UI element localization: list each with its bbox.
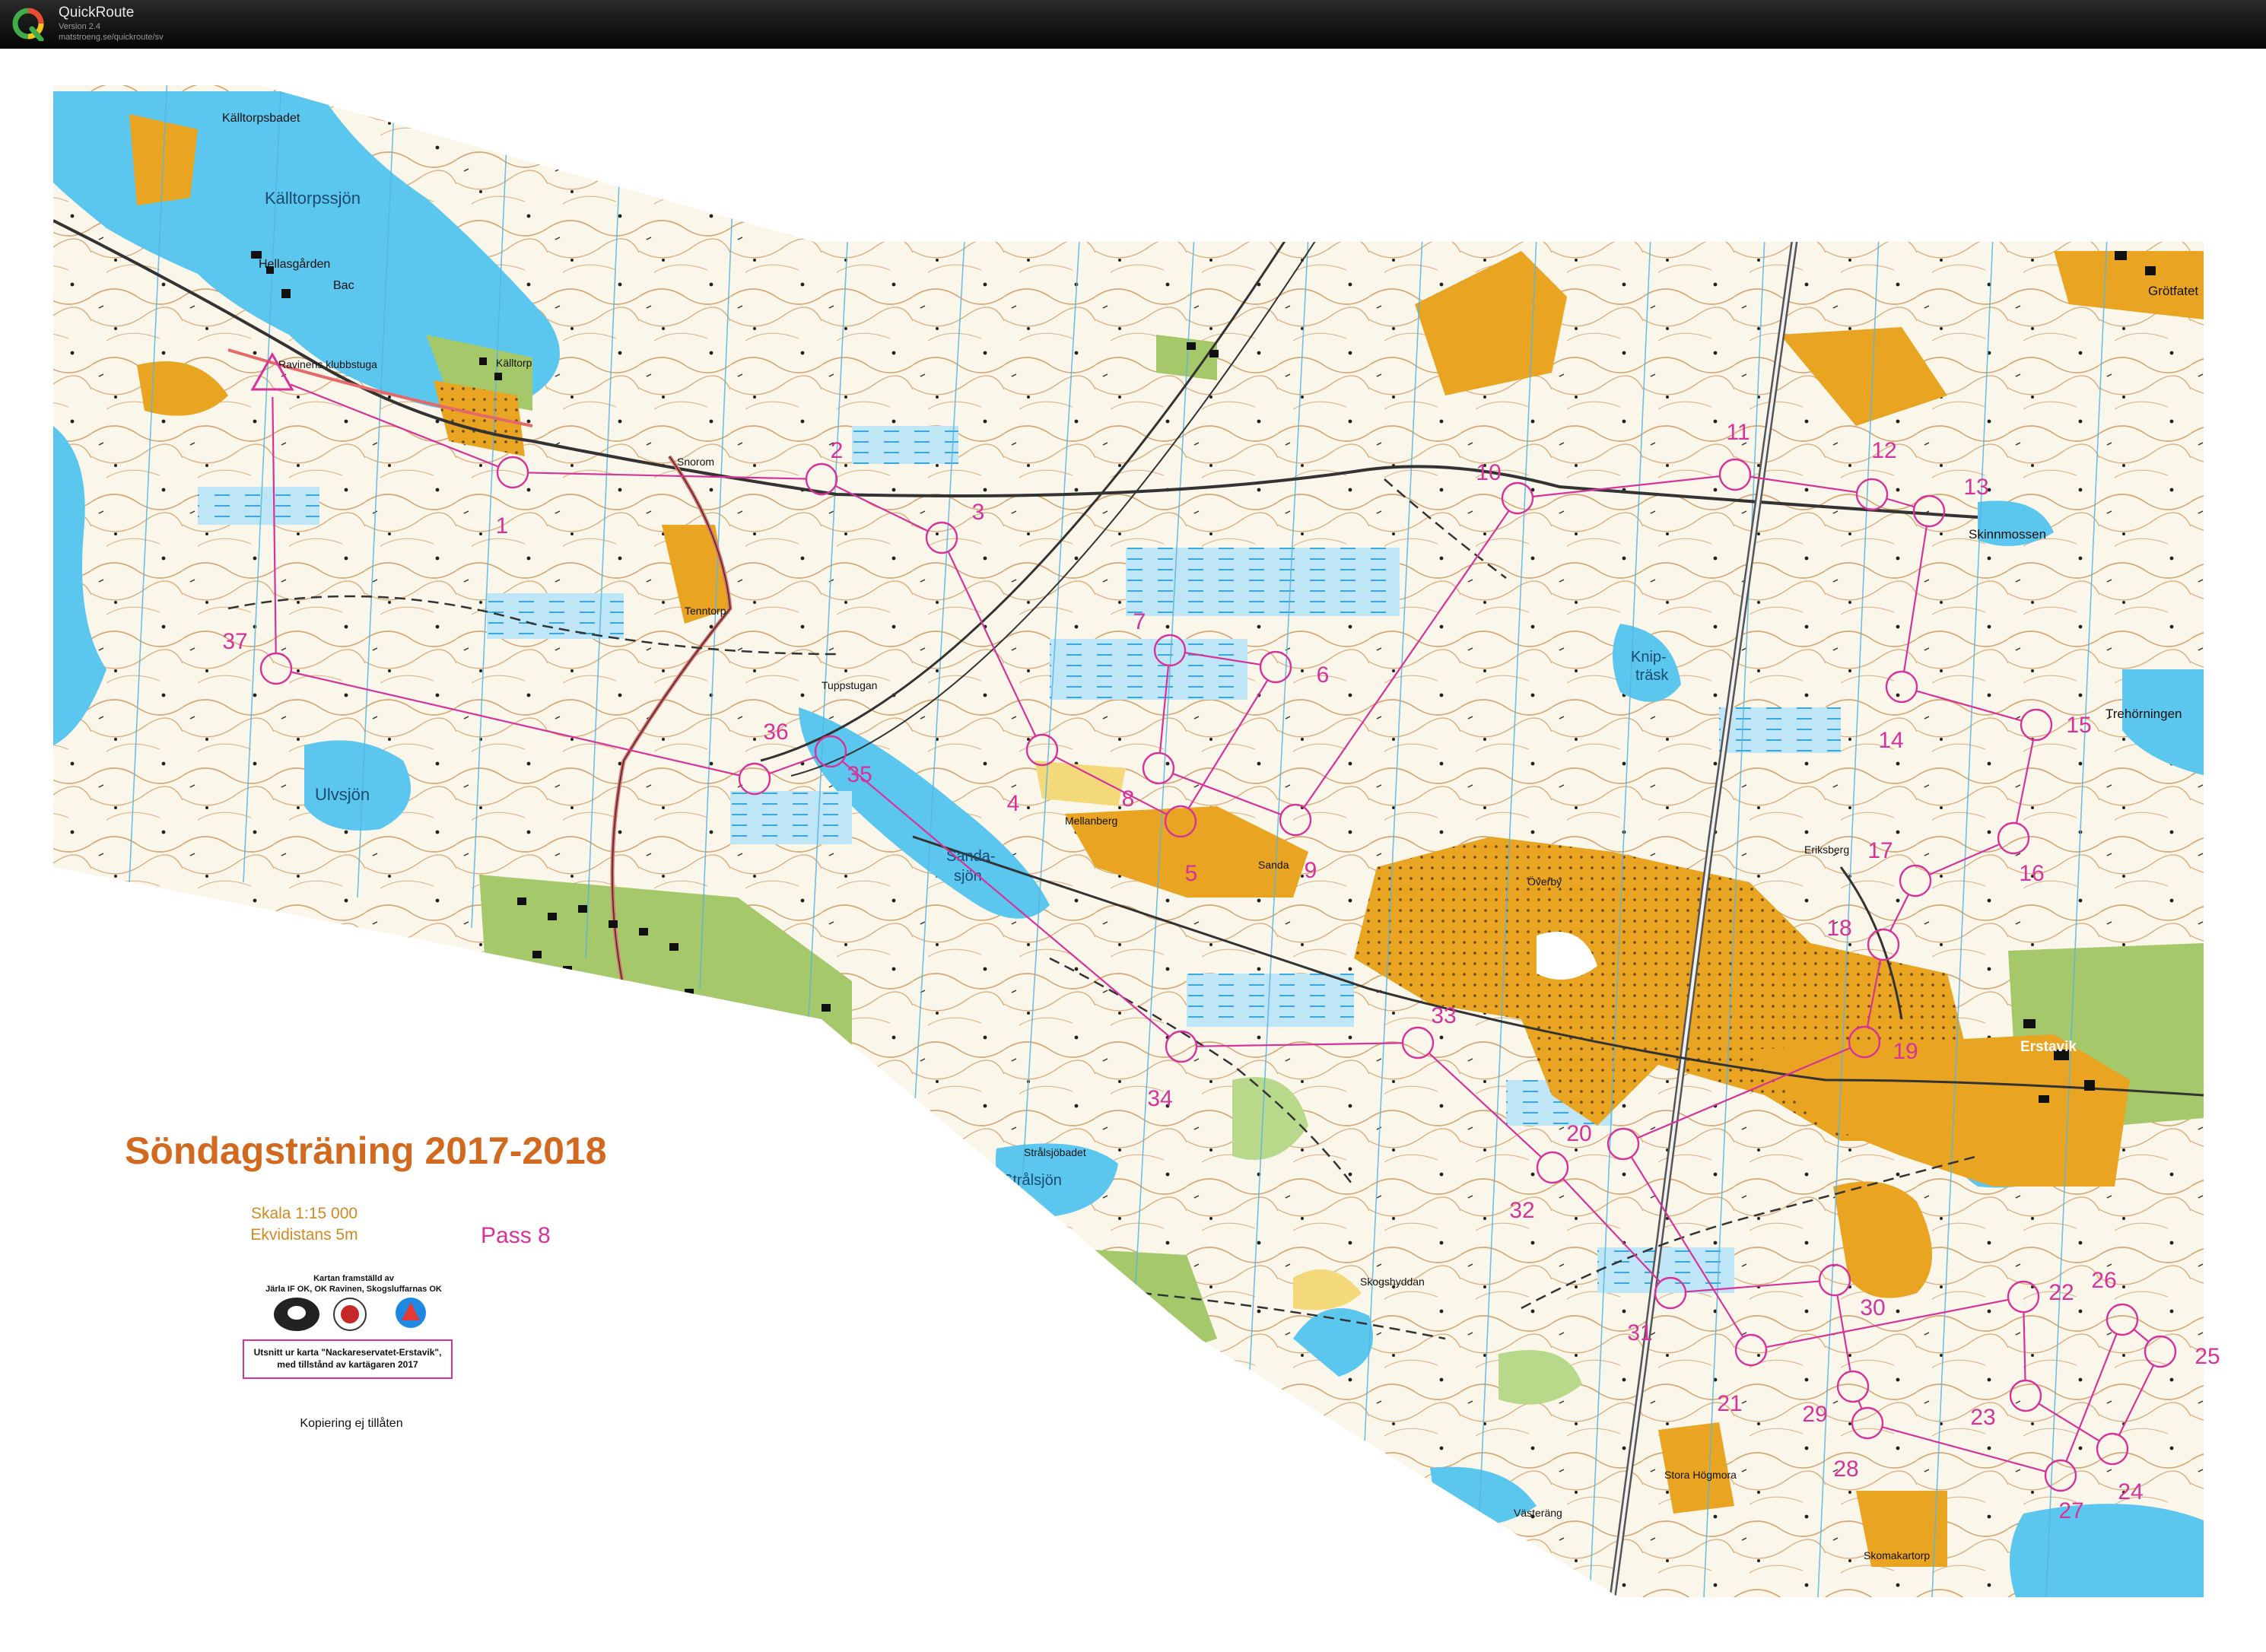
control-number-17: 17 — [1867, 838, 1893, 863]
excerpt-line-2: med tillstånd av kartägaren 2017 — [277, 1359, 418, 1370]
label-stora-hogmora: Stora Högmora — [1664, 1469, 1737, 1481]
control-number-24: 24 — [2118, 1479, 2143, 1504]
control-number-26: 26 — [2091, 1268, 2116, 1293]
credits-clubs: Järla IF OK, OK Ravinen, Skogsluffarnas … — [265, 1285, 442, 1294]
label-kalltorp: Källtorp — [496, 357, 532, 369]
control-number-2: 2 — [831, 438, 844, 463]
club-logo-skogsluffarna-icon — [396, 1298, 426, 1328]
label-stralsjobadet: Strålsjöbadet — [1024, 1146, 1086, 1158]
control-number-8: 8 — [1122, 786, 1135, 812]
control-number-22: 22 — [2048, 1280, 2074, 1305]
quickroute-logo-icon — [12, 8, 44, 41]
label-eriksberg: Eriksberg — [1804, 843, 1849, 856]
window-titlebar: QuickRoute Version 2.4 matstroeng.se/qui… — [0, 0, 2266, 49]
label-bac: Bac — [333, 279, 354, 292]
control-number-5: 5 — [1185, 861, 1198, 886]
control-number-27: 27 — [2058, 1498, 2083, 1523]
control-number-20: 20 — [1566, 1121, 1591, 1146]
map-scale: Skala 1:15 000 — [251, 1205, 358, 1222]
control-number-3: 3 — [972, 500, 985, 525]
label-knipirask-2: träsk — [1635, 667, 1669, 684]
excerpt-line-1: Utsnitt ur karta "Nackareservatet-Erstav… — [254, 1347, 442, 1358]
label-kalltorpssjon: Källtorpssjön — [265, 189, 361, 208]
label-skinnmossen: Skinnmossen — [1969, 527, 2046, 542]
control-number-4: 4 — [1007, 791, 1020, 816]
control-number-35: 35 — [847, 762, 872, 787]
label-hellasgarden: Hellasgården — [259, 257, 330, 271]
label-snorom: Snorom — [677, 456, 714, 468]
label-ulvsjon: Ulvsjön — [315, 785, 370, 804]
app-version: Version 2.4 — [59, 22, 101, 31]
club-logo-jarla-icon — [274, 1298, 319, 1331]
control-number-13: 13 — [1963, 475, 1988, 500]
label-tuppstugan: Tuppstugan — [822, 679, 877, 691]
control-number-18: 18 — [1826, 916, 1851, 941]
map-title: Söndagsträning 2017-2018 — [125, 1129, 607, 1172]
control-number-33: 33 — [1431, 1003, 1456, 1028]
label-tenntorp: Tenntorp — [685, 605, 726, 617]
orienteering-map[interactable]: Källtorpsbadet Källtorpssjön Hellasgårde… — [0, 49, 2266, 1652]
label-vasterang: Västeräng — [1514, 1507, 1562, 1519]
control-number-28: 28 — [1833, 1457, 1858, 1482]
map-terrain: Källtorpsbadet Källtorpssjön Hellasgårde… — [53, 85, 2204, 1597]
copy-notice: Kopiering ej tillåten — [300, 1416, 402, 1430]
control-number-14: 14 — [1878, 728, 1903, 753]
control-number-9: 9 — [1305, 858, 1317, 883]
control-number-32: 32 — [1509, 1198, 1534, 1223]
control-number-15: 15 — [2066, 713, 2091, 738]
label-skomakartorp: Skomakartorp — [1864, 1549, 1930, 1561]
app-name: QuickRoute — [59, 5, 135, 21]
control-number-23: 23 — [1970, 1405, 1995, 1430]
label-mellanberg: Mellanberg — [1065, 815, 1117, 827]
control-number-10: 10 — [1476, 460, 1501, 485]
control-number-6: 6 — [1317, 662, 1330, 688]
map-legend: Söndagsträning 2017-2018 Skala 1:15 000 … — [125, 1129, 607, 1430]
control-number-19: 19 — [1893, 1039, 1918, 1064]
control-number-36: 36 — [763, 720, 788, 745]
control-number-1: 1 — [496, 513, 509, 538]
map-contour-interval: Ekvidistans 5m — [250, 1226, 358, 1244]
control-number-37: 37 — [222, 629, 247, 654]
label-kolarangen: KOLARÄNGEN — [540, 1048, 644, 1064]
control-number-34: 34 — [1147, 1086, 1172, 1111]
control-number-30: 30 — [1860, 1295, 1885, 1320]
control-number-31: 31 — [1627, 1320, 1652, 1345]
label-sandasjon-1: Sanda- — [946, 848, 996, 865]
label-trehorningen: Trehörningen — [2106, 707, 2182, 721]
label-grotfatet: Grötfatet — [2148, 284, 2198, 298]
app-url: matstroeng.se/quickroute/sv — [59, 33, 164, 42]
control-number-21: 21 — [1717, 1391, 1742, 1416]
control-number-29: 29 — [1802, 1402, 1827, 1427]
label-knipirask-1: Knip- — [1631, 649, 1667, 666]
label-klubbstuga: Ravinens klubbstuga — [278, 358, 377, 370]
control-number-7: 7 — [1133, 609, 1146, 634]
pass-label: Pass 8 — [481, 1223, 551, 1248]
label-kalltorpsbadet: Källtorpsbadet — [222, 112, 300, 125]
label-sanda: Sanda — [1258, 859, 1289, 871]
label-overby: Överby — [1527, 875, 1562, 888]
label-stralsjon: Strålsjön — [1003, 1172, 1062, 1189]
control-number-25: 25 — [2194, 1344, 2220, 1369]
control-number-12: 12 — [1871, 438, 1896, 463]
label-erstavik: Erstavik — [2020, 1039, 2077, 1055]
control-number-11: 11 — [1726, 420, 1750, 445]
club-logo-ravinen-icon — [333, 1298, 367, 1331]
credits-heading: Kartan framställd av — [313, 1274, 395, 1283]
control-number-16: 16 — [2019, 861, 2044, 886]
label-skogshyddan: Skogshyddan — [1360, 1276, 1425, 1288]
